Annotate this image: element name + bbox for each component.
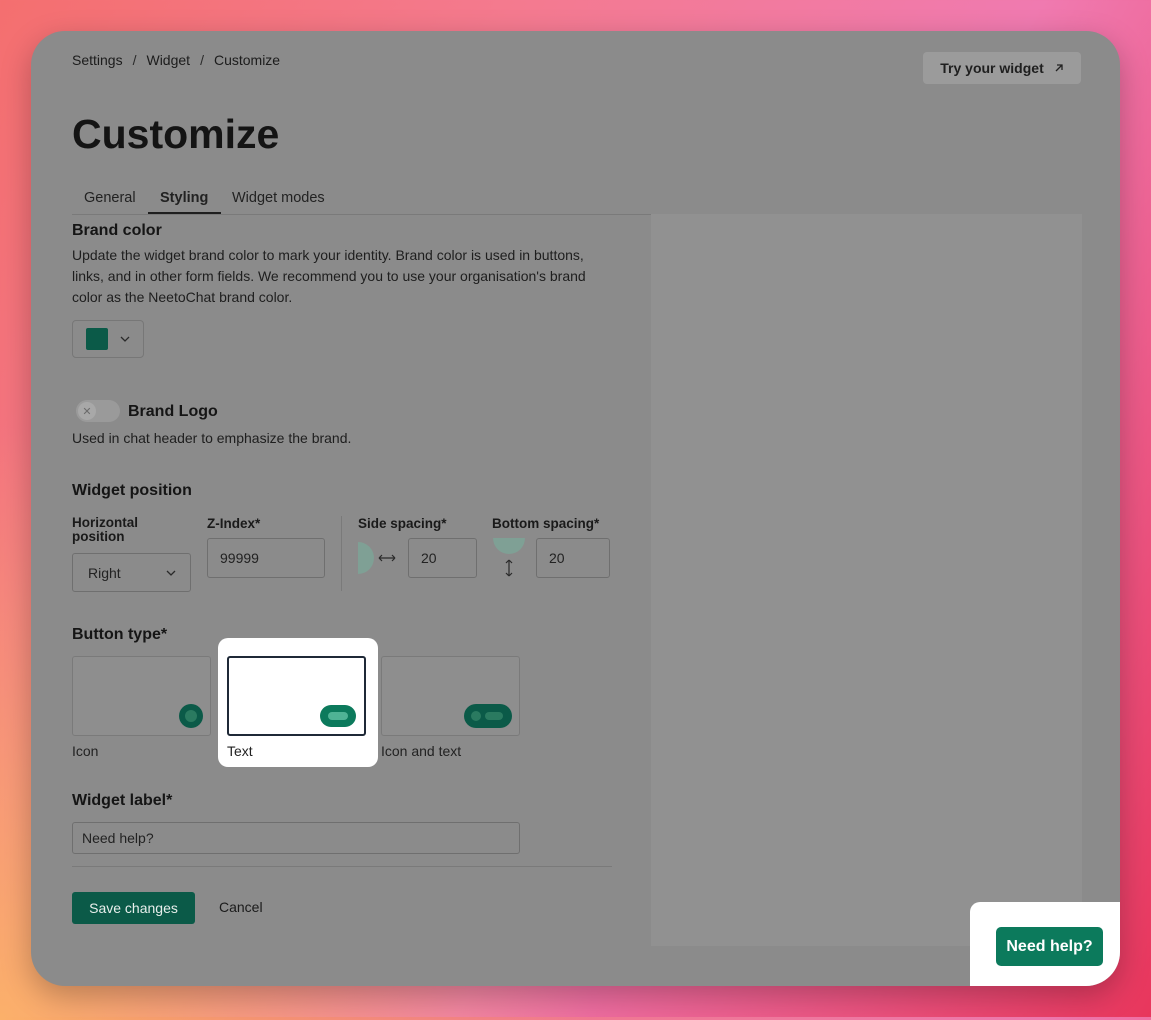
text-button-icon [320, 705, 356, 727]
breadcrumb-separator: / [132, 52, 137, 68]
close-icon: ✕ [78, 402, 96, 420]
breadcrumb-settings[interactable]: Settings [72, 52, 123, 68]
side-spacing-input[interactable]: 20 [408, 538, 477, 578]
side-spacing-label: Side spacing* [358, 516, 447, 531]
horizontal-position-label: Horizontal position [72, 515, 138, 544]
app-window: Settings / Widget / Customize Try your w… [31, 31, 1120, 986]
chevron-down-icon [166, 570, 176, 576]
brand-color-heading: Brand color [72, 222, 162, 239]
breadcrumb-widget[interactable]: Widget [146, 52, 190, 68]
chat-bubble-icon [179, 704, 203, 728]
cancel-button[interactable]: Cancel [219, 899, 263, 915]
button-type-icon-option[interactable] [72, 656, 211, 736]
arrow-up-right-icon [1055, 64, 1063, 72]
breadcrumb-separator: / [200, 52, 204, 68]
zindex-input[interactable]: 99999 [207, 538, 325, 578]
bottom-spacing-icon [493, 538, 525, 577]
button-type-text-option[interactable] [227, 656, 366, 736]
horizontal-position-select[interactable]: Right [72, 553, 191, 592]
brand-color-picker[interactable] [72, 320, 144, 358]
button-type-icon-and-text-option[interactable] [381, 656, 520, 736]
tab-widget-modes[interactable]: Widget modes [232, 190, 325, 206]
side-spacing-icon [358, 542, 396, 574]
active-tab-indicator [148, 212, 221, 214]
horizontal-position-value: Right [88, 564, 121, 581]
widget-label-heading: Widget label* [72, 792, 173, 809]
chevron-down-icon [120, 336, 130, 342]
need-help-launcher-button[interactable]: Need help? [996, 927, 1103, 966]
tab-styling[interactable]: Styling [160, 190, 208, 206]
icon-and-text-button-icon [464, 704, 512, 728]
bottom-spacing-input[interactable]: 20 [536, 538, 610, 578]
breadcrumb-customize: Customize [213, 52, 281, 68]
bottom-spacing-label: Bottom spacing* [492, 516, 600, 531]
widget-preview-panel [651, 214, 1082, 946]
button-type-text-label: Text [227, 743, 253, 759]
zindex-label: Z-Index* [207, 516, 261, 531]
button-type-icon-and-text-label: Icon and text [381, 743, 462, 759]
button-type-heading: Button type* [72, 626, 168, 643]
brand-color-description: Update the widget brand color to mark yo… [72, 247, 586, 305]
divider [72, 866, 612, 867]
try-widget-button[interactable]: Try your widget [923, 52, 1081, 84]
widget-label-input[interactable]: Need help? [72, 822, 520, 854]
tab-general[interactable]: General [84, 190, 136, 206]
divider [341, 516, 342, 591]
breadcrumb: Settings / Widget / Customize [72, 52, 280, 68]
save-changes-button[interactable]: Save changes [72, 892, 195, 924]
brand-logo-label: Brand Logo [128, 403, 218, 420]
brand-logo-toggle[interactable]: ✕ [76, 400, 120, 422]
color-swatch [86, 328, 108, 350]
widget-position-heading: Widget position [72, 482, 192, 499]
tab-bar: General Styling Widget modes [72, 181, 1082, 215]
brand-logo-description: Used in chat header to emphasize the bra… [72, 430, 352, 446]
page-title: Customize [72, 111, 280, 157]
button-type-icon-label: Icon [72, 743, 99, 759]
try-widget-label: Try your widget [940, 60, 1044, 76]
